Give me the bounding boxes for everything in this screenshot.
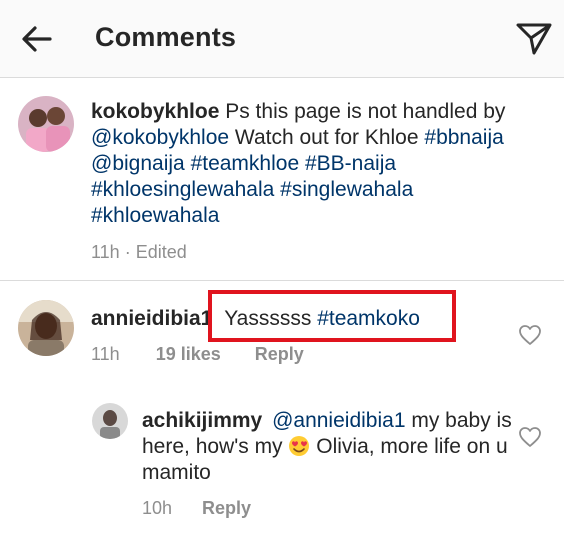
caption-meta: 11h · Edited — [91, 242, 187, 262]
arrow-left-icon[interactable] — [20, 22, 54, 56]
page-title: Comments — [95, 22, 237, 52]
comment-time: 10h — [142, 498, 173, 518]
hashtag-link[interactable]: #BB-naija — [305, 152, 396, 175]
comment-meta: 11h 19 likes Reply — [91, 344, 332, 365]
hashtag-link[interactable]: #singlewahala — [280, 178, 413, 201]
avatar[interactable] — [92, 403, 128, 439]
mention-link[interactable]: @bignaija — [91, 152, 185, 175]
comment-username[interactable]: annieidibia1 — [91, 307, 212, 330]
heart-eyes-emoji-icon — [288, 435, 310, 457]
comment-body: Yassssss — [224, 307, 318, 330]
mention-link[interactable]: @kokobykhloe — [91, 126, 229, 149]
comment-time: 11h — [91, 344, 120, 364]
comment-text: achikijimmy @annieidibia1 my baby is her… — [142, 408, 512, 486]
reply-button[interactable]: Reply — [255, 344, 304, 364]
divider — [0, 280, 564, 281]
comment-username[interactable]: achikijimmy — [142, 409, 262, 432]
direct-send-icon[interactable] — [515, 22, 553, 56]
avatar[interactable] — [18, 300, 74, 356]
reply-button[interactable]: Reply — [202, 498, 251, 518]
hashtag-link[interactable]: #bbnaija — [424, 126, 503, 149]
comment-text: annieidibia1 Yassssss #teamkoko — [91, 306, 511, 332]
caption-username[interactable]: kokobykhloe — [91, 100, 219, 123]
avatar[interactable] — [18, 96, 74, 152]
heart-icon[interactable] — [518, 324, 542, 346]
hashtag-link[interactable]: #teamkhloe — [191, 152, 300, 175]
hashtag-link[interactable]: #khloesinglewahala — [91, 178, 274, 201]
comment-meta: 10h Reply — [142, 498, 279, 519]
top-bar: Comments — [0, 0, 564, 78]
post-caption: kokobykhloe Ps this page is not handled … — [0, 78, 564, 280]
likes-count[interactable]: 19 likes — [156, 344, 221, 364]
hashtag-link[interactable]: #khloewahala — [91, 204, 219, 227]
heart-icon[interactable] — [518, 426, 542, 448]
hashtag-link[interactable]: #teamkoko — [317, 307, 420, 330]
caption-text: kokobykhloe Ps this page is not handled … — [91, 99, 521, 229]
caption-text-part: Watch out for Khloe — [229, 126, 425, 149]
mention-link[interactable]: @annieidibia1 — [272, 409, 405, 432]
caption-text-part: Ps this page is not handled by — [219, 100, 506, 123]
